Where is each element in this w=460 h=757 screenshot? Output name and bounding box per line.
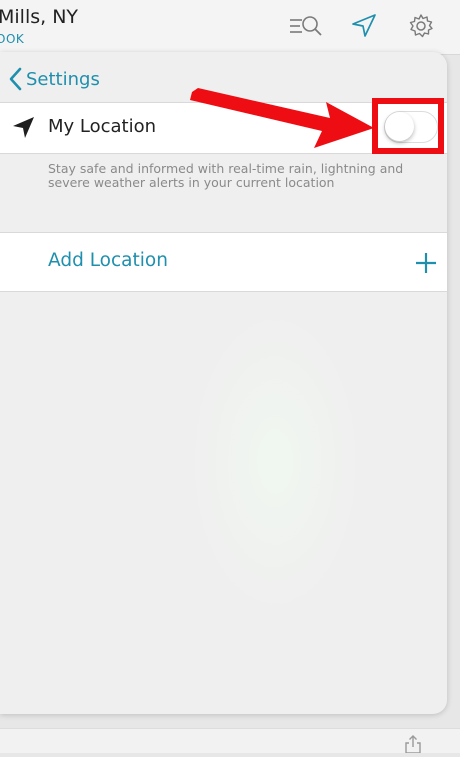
back-label: Settings xyxy=(26,68,100,90)
city-sublink[interactable]: OOK xyxy=(0,32,24,46)
my-location-label: My Location xyxy=(48,116,157,137)
share-icon[interactable] xyxy=(403,735,423,757)
gear-icon[interactable] xyxy=(407,12,435,40)
chevron-left-icon xyxy=(9,67,22,91)
city-name[interactable]: Mills, NY xyxy=(0,6,78,28)
plus-icon[interactable] xyxy=(415,252,437,278)
add-location-row[interactable]: Add Location xyxy=(0,232,447,292)
search-icon[interactable] xyxy=(288,12,324,40)
add-location-label: Add Location xyxy=(48,250,168,271)
annotation-arrow-icon xyxy=(190,88,380,162)
location-arrow-icon xyxy=(12,116,36,144)
back-button[interactable]: Settings xyxy=(8,67,100,91)
annotation-highlight-box xyxy=(372,98,444,154)
location-arrow-icon[interactable] xyxy=(350,12,378,40)
app-header: Mills, NY OOK xyxy=(0,0,460,55)
my-location-description: Stay safe and informed with real-time ra… xyxy=(48,161,404,190)
bottom-bar xyxy=(0,728,460,754)
panel-background xyxy=(190,312,360,612)
